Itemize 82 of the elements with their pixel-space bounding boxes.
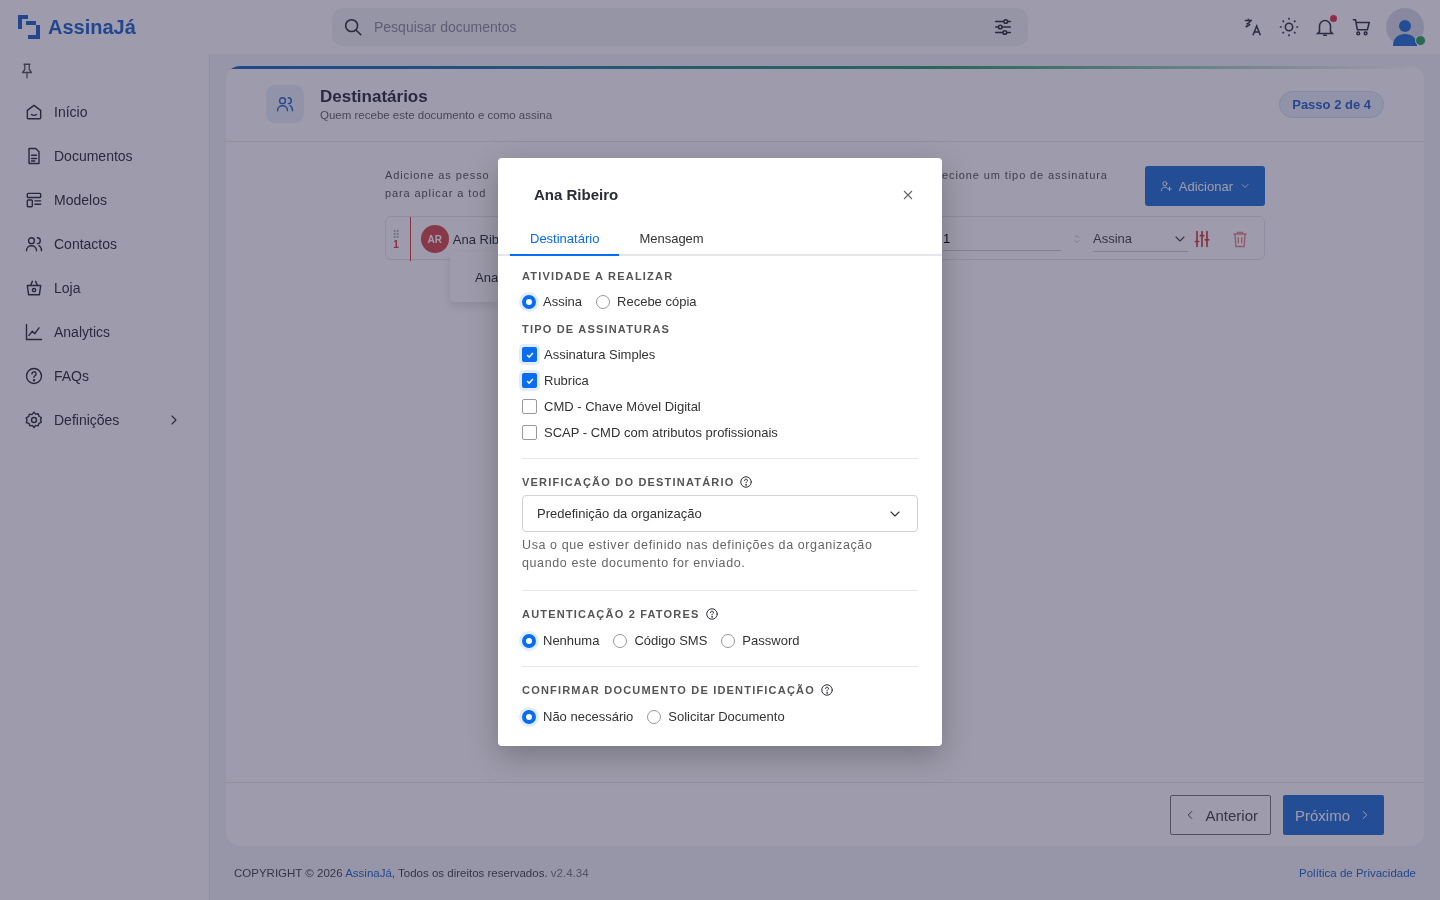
sidebar-item[interactable]: Analytics xyxy=(16,310,192,354)
radio-button[interactable] xyxy=(522,294,536,309)
step-title: Destinatários xyxy=(320,87,429,107)
radio-button[interactable] xyxy=(522,633,536,648)
role-select[interactable]: Assina xyxy=(1093,226,1188,252)
radio-button[interactable] xyxy=(721,633,736,648)
dialog-title: Ana Ribeiro xyxy=(534,186,619,203)
section-title: ATIVIDADE A REALIZAR xyxy=(522,270,674,282)
brand-link[interactable]: AssinaJá xyxy=(345,867,392,879)
radio-option[interactable]: Recebe cópia xyxy=(596,294,697,309)
checkbox[interactable] xyxy=(522,425,537,440)
help-icon xyxy=(819,683,834,697)
drag-handle-icon xyxy=(390,228,402,240)
privacy-link[interactable]: Política de Privacidade xyxy=(1299,867,1416,879)
search-field[interactable]: Pesquisar documentos xyxy=(332,8,1028,46)
radio-option[interactable]: Password xyxy=(721,633,800,648)
instruction-text: ecione um tipo de assinatura xyxy=(942,168,1109,183)
sidebar-item[interactable]: Loja xyxy=(16,266,192,310)
sidebar-item[interactable]: Modelos xyxy=(16,178,192,222)
help-icon xyxy=(24,366,44,386)
checkbox[interactable] xyxy=(522,399,537,414)
translate-button[interactable] xyxy=(1242,16,1264,38)
suggestion-item[interactable]: Ana xyxy=(450,252,498,302)
layout-icon xyxy=(24,190,44,210)
dialog-tab[interactable]: Destinatário xyxy=(510,223,620,256)
checkbox[interactable] xyxy=(522,347,537,362)
sidebar-item[interactable]: FAQs xyxy=(16,354,192,398)
radio-button[interactable] xyxy=(647,709,662,724)
recipient-name: Ana Rib xyxy=(452,231,499,247)
chart-icon xyxy=(24,322,44,342)
radio-option[interactable]: Assina xyxy=(522,294,583,309)
copyright-text: COPYRIGHT © 2026 AssinaJá, Todos os direitos reservados. xyxy=(234,867,548,879)
sliders-icon xyxy=(992,16,1014,38)
order-number: 1 xyxy=(393,240,399,250)
radio-option[interactable]: Não necessário xyxy=(522,709,634,724)
sidebar-item[interactable]: Início xyxy=(16,90,192,134)
version-text: v2.4.34 xyxy=(550,867,589,879)
order-field[interactable]: 1 xyxy=(943,227,1061,251)
section-title: CONFIRMAR DOCUMENTO DE IDENTIFICAÇÃO xyxy=(522,684,815,696)
section-title: VERIFICAÇÃO DO DESTINATÁRIO xyxy=(522,476,735,488)
radio-button[interactable] xyxy=(522,709,536,724)
section-title: AUTENTICAÇÃO 2 FATORES xyxy=(522,608,700,620)
radio-option[interactable]: Código SMS xyxy=(613,633,708,648)
section-title: TIPO DE ASSINATURAS xyxy=(522,323,671,335)
cart-button[interactable] xyxy=(1350,16,1372,38)
help-icon xyxy=(739,475,754,489)
step-badge: Passo 2 de 4 xyxy=(1279,90,1384,118)
next-button[interactable]: Próximo xyxy=(1283,795,1384,835)
field-hint: Usa o que estiver definido nas definições da organização quando este documento for enviado. xyxy=(522,537,874,572)
sidebar-item[interactable]: Contactos xyxy=(16,222,192,266)
checkbox-option[interactable]: SCAP - CMD com atributos profissionais xyxy=(522,425,918,440)
instruction-text: Adicione as pesso para aplicar a tod xyxy=(385,168,491,201)
checkbox[interactable] xyxy=(522,373,537,388)
brand-name: AssinaJá xyxy=(48,15,136,39)
verification-select[interactable]: Predefinição da organização xyxy=(522,495,918,532)
theme-button[interactable] xyxy=(1278,16,1300,38)
notifications-button[interactable] xyxy=(1314,16,1336,38)
basket-icon xyxy=(24,278,44,298)
logo-icon xyxy=(16,13,42,41)
radio-option[interactable]: Nenhuma xyxy=(522,633,600,648)
previous-button[interactable]: Anterior xyxy=(1170,795,1271,835)
user-plus-icon xyxy=(1158,179,1173,193)
help-icon xyxy=(704,607,719,621)
radio-button[interactable] xyxy=(613,633,628,648)
dialog-tab[interactable]: Mensagem xyxy=(619,223,724,256)
radio-option[interactable]: Solicitar Documento xyxy=(647,709,785,724)
checkbox-option[interactable]: CMD - Chave Móvel Digital xyxy=(522,399,918,414)
user-avatar[interactable] xyxy=(1386,8,1424,46)
users-icon xyxy=(275,94,295,114)
settings-button[interactable] xyxy=(1192,229,1212,249)
sidebar-item[interactable]: Definições xyxy=(16,398,192,442)
checkbox-option[interactable]: Rubrica xyxy=(522,373,918,388)
checkbox-option[interactable]: Assinatura Simples xyxy=(522,347,918,362)
users-icon xyxy=(24,234,44,254)
settings-icon xyxy=(24,410,44,430)
home-icon xyxy=(24,102,44,122)
sidebar-item[interactable]: Documentos xyxy=(16,134,192,178)
radio-button[interactable] xyxy=(596,294,611,309)
add-button[interactable]: Adicionar xyxy=(1144,166,1265,206)
initials-avatar: AR xyxy=(420,225,449,253)
search-icon xyxy=(342,16,364,38)
step-subtitle: Quem recebe este documento e como assina xyxy=(320,109,553,121)
